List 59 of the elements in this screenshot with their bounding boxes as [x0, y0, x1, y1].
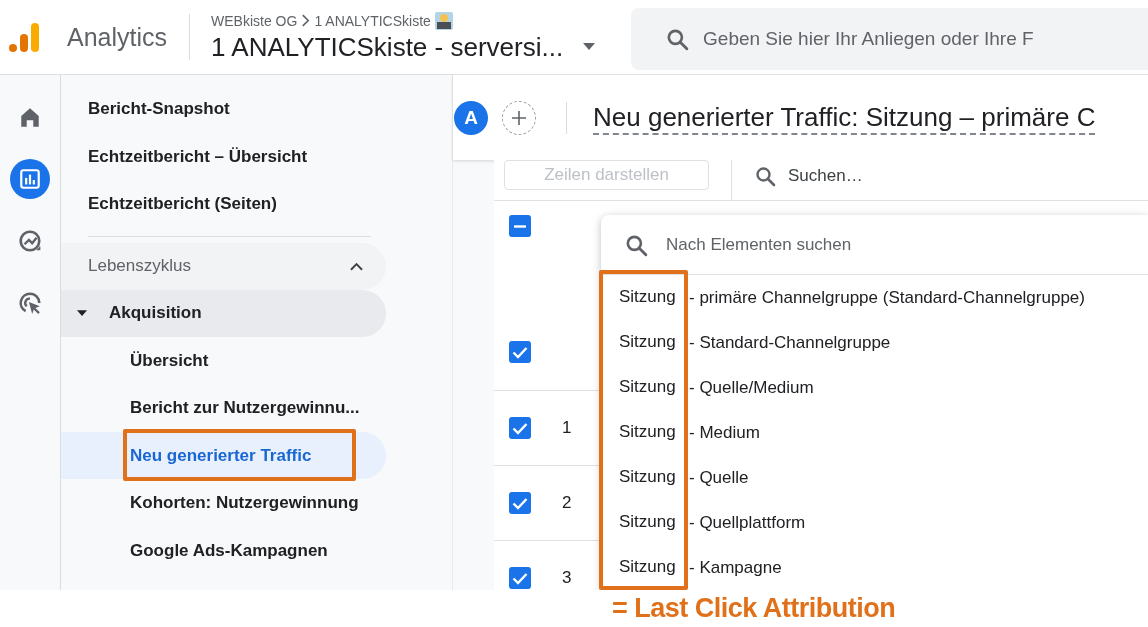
menu-option[interactable]: - Standard-Channelgruppe — [688, 320, 1148, 365]
nav-item[interactable]: Echtzeitbericht – Übersicht — [61, 132, 452, 180]
option-prefix[interactable]: Sitzung — [617, 544, 684, 589]
row-number: 1 — [562, 418, 572, 438]
menu-option[interactable]: - primäre Channelgruppe (Standard-Channelgruppe) — [688, 275, 1148, 320]
chevron-right-icon — [301, 14, 311, 27]
breadcrumb-link[interactable]: 1 ANALYTICSkiste — [314, 12, 431, 29]
comparison-avatar[interactable]: A — [454, 100, 488, 135]
search-input[interactable]: Geben Sie hier Ihr Anliegen oder Ihre F — [703, 28, 1148, 50]
option-prefix[interactable]: Sitzung — [617, 319, 684, 364]
search-icon — [754, 165, 776, 187]
property-selector[interactable]: 1 ANALYTICSkiste - serversi... — [211, 31, 632, 63]
bar-chart-icon — [18, 167, 42, 191]
menu-option[interactable]: - Quelle/Medium — [688, 365, 1148, 410]
report-title: Neu generierter Traffic: Sitzung – primäre C — [593, 100, 1096, 135]
product-name: Analytics — [67, 22, 168, 52]
menu-option[interactable]: - Medium — [688, 410, 1148, 455]
plus-icon — [511, 109, 527, 126]
check-icon — [512, 571, 528, 585]
check-icon — [512, 421, 528, 435]
nav-item[interactable]: Google Ads-Kampagnen — [61, 526, 386, 574]
menu-option[interactable]: - Quelle — [688, 455, 1148, 500]
menu-option[interactable]: - Kampagne — [688, 545, 1148, 590]
trend-circle-icon — [18, 229, 42, 253]
search-field[interactable]: Geben Sie hier Ihr Anliegen oder Ihre F — [631, 8, 1148, 70]
nav-item[interactable]: Übersicht — [61, 336, 386, 384]
caret-down-icon — [583, 43, 596, 51]
checkbox[interactable] — [509, 567, 531, 589]
option-prefix[interactable]: Sitzung — [617, 454, 684, 499]
row-number: 2 — [562, 493, 572, 513]
nav-item[interactable]: Neu generierter Traffic — [61, 431, 386, 479]
check-icon — [512, 345, 528, 359]
checkbox[interactable] — [509, 492, 531, 514]
option-prefix[interactable]: Sitzung — [617, 364, 684, 409]
breadcrumb-link[interactable]: WEBkiste OG — [211, 12, 298, 29]
option-prefix[interactable]: Sitzung — [617, 409, 684, 454]
checkbox[interactable] — [509, 341, 531, 363]
checkbox[interactable] — [509, 215, 531, 237]
option-prefix[interactable]: Sitzung — [617, 499, 684, 544]
section-header[interactable]: Lebenszyklus — [61, 242, 386, 290]
option-prefix[interactable]: Sitzung — [617, 274, 684, 319]
nav-item[interactable]: Bericht-Snapshot — [61, 85, 452, 133]
annotation-text: = Last Click Attribution — [612, 593, 896, 624]
nav-group[interactable]: Akquisition — [61, 289, 386, 337]
nav-item[interactable]: Kohorten: Nutzergewinnung — [61, 479, 386, 527]
target-cursor-icon — [18, 291, 42, 315]
caret-down-icon — [77, 309, 87, 317]
minus-icon — [514, 224, 526, 228]
nav-item[interactable]: Echtzeitbericht (Seiten) — [61, 180, 452, 228]
chevron-up-icon — [350, 261, 363, 271]
menu-option[interactable]: - Quellplattform — [688, 500, 1148, 545]
check-icon — [512, 496, 528, 510]
nav-rail-button[interactable] — [10, 159, 50, 199]
analytics-logo — [8, 21, 40, 53]
row-number: 3 — [562, 568, 572, 588]
checkbox[interactable] — [509, 417, 531, 439]
person-laptop-icon — [434, 11, 453, 30]
search-icon — [665, 27, 690, 51]
nav-item[interactable]: Bericht zur Nutzergewinnu... — [61, 384, 386, 432]
